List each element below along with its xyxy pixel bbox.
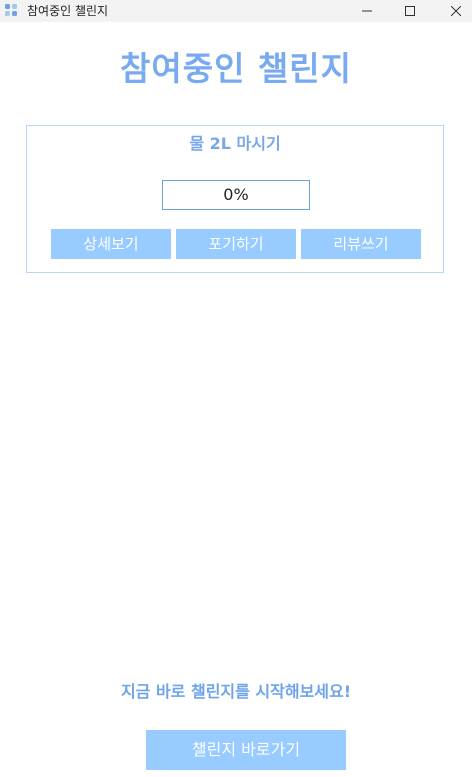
app-icon <box>5 4 17 16</box>
review-button[interactable]: 리뷰쓰기 <box>301 229 421 259</box>
go-to-challenge-button[interactable]: 챌린지 바로가기 <box>146 730 346 770</box>
progress-label: 0% <box>223 185 249 204</box>
maximize-button[interactable] <box>387 0 433 22</box>
minimize-icon <box>362 10 372 12</box>
minimize-button[interactable] <box>344 0 390 22</box>
close-button[interactable] <box>433 0 472 22</box>
cta-message: 지금 바로 챌린지를 시작해보세요! <box>120 682 352 701</box>
progress-bar: 0% <box>162 180 310 210</box>
challenge-card: 물 2L 마시기 0% 상세보기 포기하기 리뷰쓰기 <box>26 125 444 273</box>
page-title: 참여중인 챌린지 <box>119 49 352 88</box>
title-bar: 참여중인 챌린지 <box>0 0 472 22</box>
challenge-name: 물 2L 마시기 <box>189 134 281 153</box>
maximize-icon <box>405 6 415 16</box>
giveup-button[interactable]: 포기하기 <box>176 229 296 259</box>
window-title: 참여중인 챌린지 <box>27 4 109 18</box>
close-icon <box>451 6 461 16</box>
detail-button[interactable]: 상세보기 <box>51 229 171 259</box>
app-window: 참여중인 챌린지 참여중인 챌린지 물 2L 마시기 0% 상세보기 포기하기 … <box>0 0 472 777</box>
